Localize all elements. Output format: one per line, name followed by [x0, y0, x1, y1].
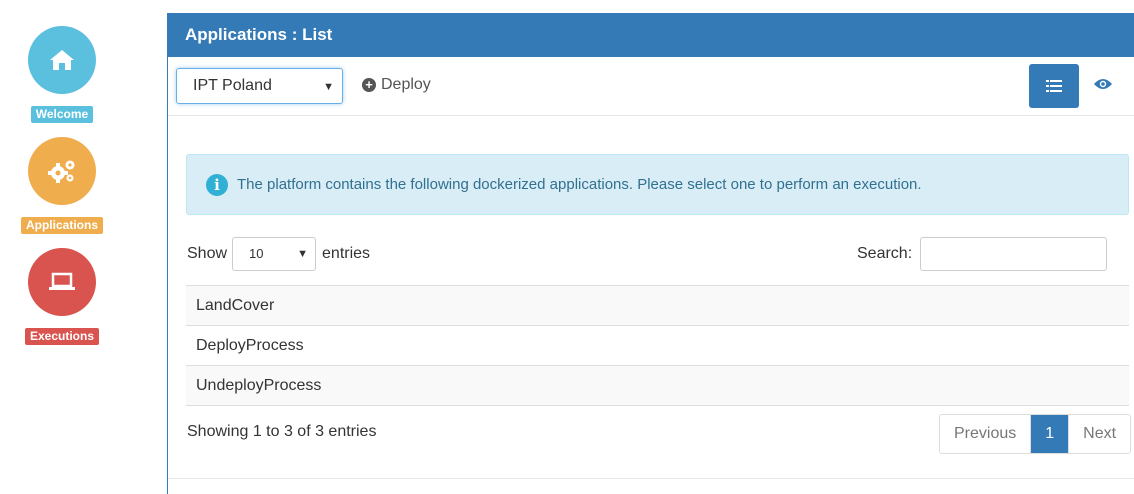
- page-1-button[interactable]: 1: [1031, 415, 1070, 453]
- page-length-select[interactable]: 10 ▼: [232, 237, 317, 271]
- search-label: Search:: [857, 245, 913, 262]
- chevron-down-icon: ▼: [297, 248, 309, 260]
- info-icon: i: [206, 173, 228, 196]
- panel-footer-divider: [168, 478, 1134, 479]
- site-select[interactable]: IPT Poland ▼: [176, 68, 343, 104]
- nav-item-welcome[interactable]: Welcome: [0, 26, 124, 123]
- info-alert-text: The platform contains the following dock…: [237, 176, 922, 193]
- application-name: LandCover: [196, 297, 275, 314]
- application-name: DeployProcess: [196, 337, 304, 354]
- list-view-button[interactable]: [1029, 64, 1079, 108]
- table-row[interactable]: LandCover: [186, 286, 1129, 326]
- welcome-label: Welcome: [30, 106, 94, 123]
- nav-item-applications[interactable]: Applications: [0, 137, 124, 234]
- applications-button[interactable]: [28, 137, 96, 205]
- info-alert: i The platform contains the following do…: [186, 154, 1129, 215]
- view-toggle-button[interactable]: [1093, 77, 1113, 93]
- executions-label: Executions: [24, 328, 100, 345]
- show-label: Show: [187, 245, 228, 262]
- panel-title: Applications : List: [168, 13, 1134, 57]
- chevron-down-icon: ▼: [323, 81, 334, 93]
- laptop-icon: [49, 272, 75, 290]
- applications-table: LandCover DeployProcess UndeployProcess: [186, 285, 1129, 406]
- toolbar: IPT Poland ▼ + Deploy: [168, 57, 1134, 116]
- sidebar-nav: Welcome Applications Executions: [0, 0, 160, 494]
- page-length-value: 10: [249, 246, 264, 261]
- page-length-control: Show 10 ▼ entries: [187, 237, 370, 271]
- search-input[interactable]: [920, 237, 1108, 271]
- pagination: Previous 1 Next: [939, 414, 1132, 454]
- gears-icon: [48, 160, 75, 183]
- next-page-button[interactable]: Next: [1069, 415, 1131, 453]
- deploy-button[interactable]: + Deploy: [362, 76, 431, 94]
- eye-icon: [1094, 79, 1112, 89]
- deploy-label: Deploy: [381, 76, 431, 93]
- executions-button[interactable]: [28, 248, 96, 316]
- table-row[interactable]: UndeployProcess: [186, 366, 1129, 406]
- table-search: Search:: [857, 237, 1108, 271]
- table-info: Showing 1 to 3 of 3 entries: [187, 423, 377, 440]
- nav-item-executions[interactable]: Executions: [0, 248, 124, 345]
- application-name: UndeployProcess: [196, 377, 322, 394]
- home-icon: [50, 50, 74, 70]
- applications-panel: Applications : List IPT Poland ▼ + Deplo…: [167, 13, 1134, 494]
- welcome-button[interactable]: [28, 26, 96, 94]
- table-row[interactable]: DeployProcess: [186, 326, 1129, 366]
- applications-label: Applications: [20, 217, 103, 234]
- site-select-value: IPT Poland: [193, 77, 272, 94]
- plus-circle-icon: +: [362, 78, 376, 92]
- previous-page-button[interactable]: Previous: [940, 415, 1032, 453]
- entries-label: entries: [322, 245, 371, 262]
- list-icon: [1046, 80, 1062, 92]
